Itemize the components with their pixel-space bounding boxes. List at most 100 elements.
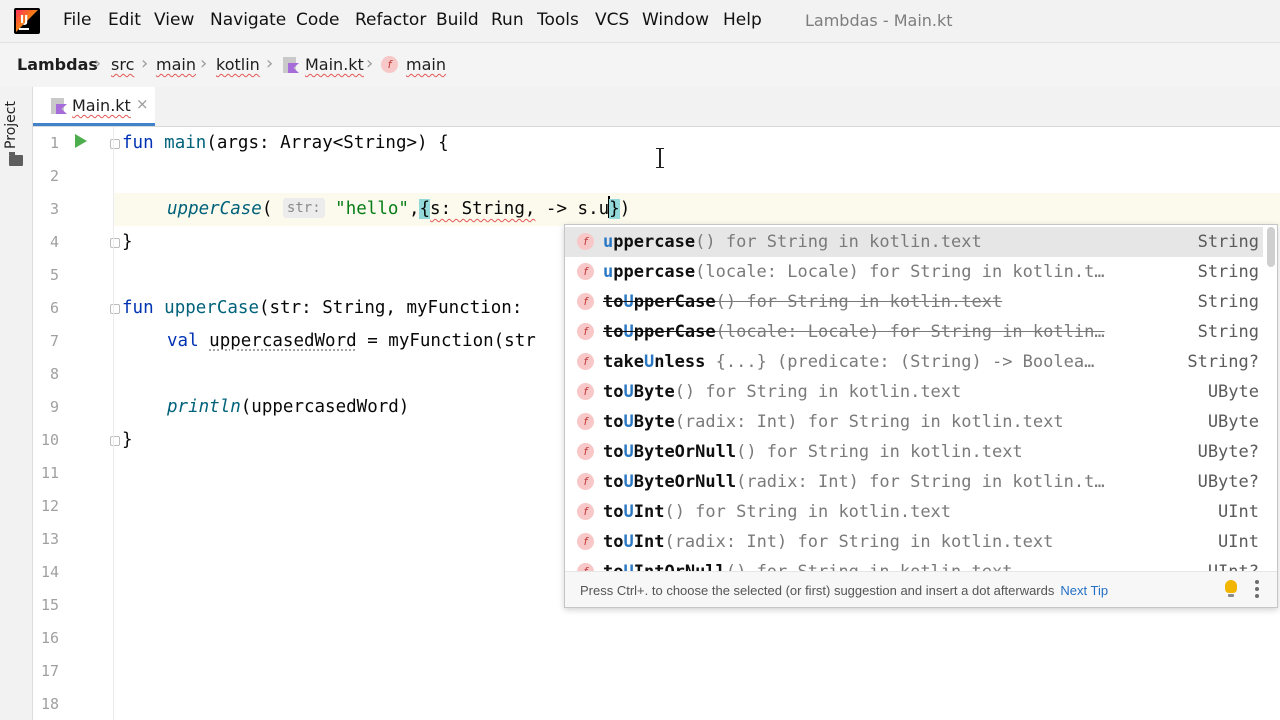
completion-label: takeUnless {...} (predicate: (String) ->… (603, 352, 1094, 372)
popup-scrollbar[interactable] (1267, 227, 1275, 267)
fold-marker[interactable] (110, 304, 120, 314)
function-icon: f (577, 473, 594, 490)
completion-name-prefix: to (603, 292, 624, 312)
code-text: = myFunction(str (356, 331, 536, 351)
completion-match: u (603, 262, 614, 282)
completion-list: f uppercase () for String in kotlin.text St… (565, 225, 1277, 571)
menu-help[interactable]: Help (723, 10, 762, 30)
completion-item[interactable]: f uppercase(locale: Locale) for String in… (565, 257, 1263, 287)
menu-window[interactable]: Window (642, 10, 709, 30)
completion-return-type: UInt (1218, 532, 1259, 552)
completion-item[interactable]: f takeUnless {...} (predicate: (String) -… (565, 347, 1263, 377)
code-text: ( (261, 199, 283, 219)
function-icon: f (577, 503, 594, 520)
code-line-9: println(uppercasedWord) (167, 391, 409, 424)
lightbulb-icon[interactable] (1225, 580, 1237, 597)
project-tool-button[interactable]: Project (3, 97, 27, 157)
completion-item[interactable]: f toUByte() for String in kotlin.text UByt… (565, 377, 1263, 407)
run-icon[interactable] (75, 134, 87, 148)
folder-icon (9, 152, 23, 166)
project-tool-label: Project (2, 101, 19, 149)
fold-marker[interactable] (110, 238, 120, 248)
next-tip-link[interactable]: Next Tip (1060, 583, 1108, 598)
line-number: 11 (40, 464, 59, 482)
completion-return-type: UByte? (1197, 472, 1259, 492)
menu-navigate[interactable]: Navigate (210, 10, 286, 30)
breadcrumb-function[interactable]: main (406, 55, 446, 74)
menu-build[interactable]: Build (436, 10, 479, 30)
completion-match: U (623, 502, 634, 522)
completion-item[interactable]: f toUByte(radix: Int) for String in kotli… (565, 407, 1263, 437)
menu-vcs[interactable]: VCS (595, 10, 629, 30)
code-editor[interactable]: fun main(args: Array<String>) { upperCas… (122, 127, 630, 450)
menu-file[interactable]: File (63, 10, 91, 30)
completion-name: toUInt (603, 532, 664, 552)
completion-return-type: UInt? (1208, 562, 1259, 571)
menu-run[interactable]: Run (491, 10, 524, 30)
completion-item[interactable]: f toUIntOrNull() for String in kotlin.tex… (565, 557, 1263, 571)
completion-match: U (623, 292, 634, 312)
tab-label: Main.kt (72, 96, 131, 115)
close-icon[interactable]: × (136, 95, 149, 113)
completion-match: U (623, 532, 634, 552)
chevron-right-icon: › (266, 53, 274, 74)
line-number: 10 (40, 431, 59, 449)
completion-label: toUByteOrNull(radix: Int) for String in … (603, 472, 1105, 492)
completion-item[interactable]: f toUInt(radix: Int) for String in kotlin… (565, 527, 1263, 557)
completion-match: u (603, 232, 614, 252)
menu-view[interactable]: View (154, 10, 194, 30)
completion-return-type: String (1197, 292, 1259, 312)
breadcrumb-main-dir[interactable]: main (156, 55, 196, 74)
completion-label: toUByte() for String in kotlin.text (603, 382, 961, 402)
line-number: 6 (49, 299, 59, 317)
breadcrumb: Lambdas › src › main › kotlin › Main.kt … (0, 42, 1280, 88)
line-number: 4 (49, 233, 59, 251)
completion-name-prefix: to (603, 532, 624, 552)
completion-item[interactable]: f toUByteOrNull(radix: Int) for String in… (565, 467, 1263, 497)
menu-tools[interactable]: Tools (537, 10, 579, 30)
line-number: 5 (49, 266, 59, 284)
completion-name-prefix: to (603, 442, 624, 462)
function-icon: f (577, 353, 594, 370)
window-title: Lambdas - Main.kt (805, 11, 953, 30)
menu-edit[interactable]: Edit (108, 10, 141, 30)
completion-signature: (radix: Int) for String in kotlin.text (664, 532, 1054, 552)
completion-item[interactable]: f toUpperCase() for String in kotlin.text… (565, 287, 1263, 317)
completion-item[interactable]: f toUByteOrNull() for String in kotlin.te… (565, 437, 1263, 467)
kotlin-file-icon (51, 98, 67, 114)
breadcrumb-kotlin[interactable]: kotlin (216, 55, 260, 74)
line-number: 1 (49, 134, 59, 152)
completion-item[interactable]: f toUpperCase(locale: Locale) for String … (565, 317, 1263, 347)
completion-name-rest: Byte (633, 412, 675, 432)
code-line-3: upperCase( str: "hello",{s: String, -> s… (167, 193, 630, 226)
line-number: 13 (40, 530, 59, 548)
breadcrumb-project[interactable]: Lambdas (17, 55, 98, 74)
breadcrumb-file[interactable]: Main.kt (305, 55, 364, 74)
fold-marker[interactable] (110, 139, 120, 149)
completion-item[interactable]: f uppercase() for String in kotlin.text St… (565, 227, 1263, 257)
breadcrumb-src[interactable]: src (111, 55, 134, 74)
tab-main-kt[interactable]: Main.kt × (33, 87, 155, 126)
function-icon: f (577, 383, 594, 400)
line-number: 16 (40, 629, 59, 647)
completion-return-type: UInt (1218, 502, 1259, 522)
code-line-1: fun main(args: Array<String>) { (122, 127, 449, 160)
completion-match: U (623, 472, 634, 492)
completion-item[interactable]: f toUInt() for String in kotlin.text UInt (565, 497, 1263, 527)
completion-name-rest: nless (654, 352, 706, 372)
menu-refactor[interactable]: Refactor (355, 10, 426, 30)
line-number: 12 (40, 497, 59, 515)
gutter-separator (113, 127, 114, 720)
completion-name-rest: Byte (633, 382, 675, 402)
completion-signature: () for String in kotlin.text (736, 442, 1023, 462)
lambda-param-error: s: String, (430, 199, 536, 219)
more-vertical-icon[interactable] (1255, 580, 1259, 600)
function-icon: f (577, 323, 594, 340)
fold-marker[interactable] (110, 436, 120, 446)
function-icon: f (577, 233, 594, 250)
completion-name: uppercase (603, 232, 695, 252)
completion-name-rest: Int (633, 502, 665, 522)
function-name: main (164, 133, 207, 153)
code-line-10: } (122, 430, 133, 450)
menu-code[interactable]: Code (296, 10, 340, 30)
